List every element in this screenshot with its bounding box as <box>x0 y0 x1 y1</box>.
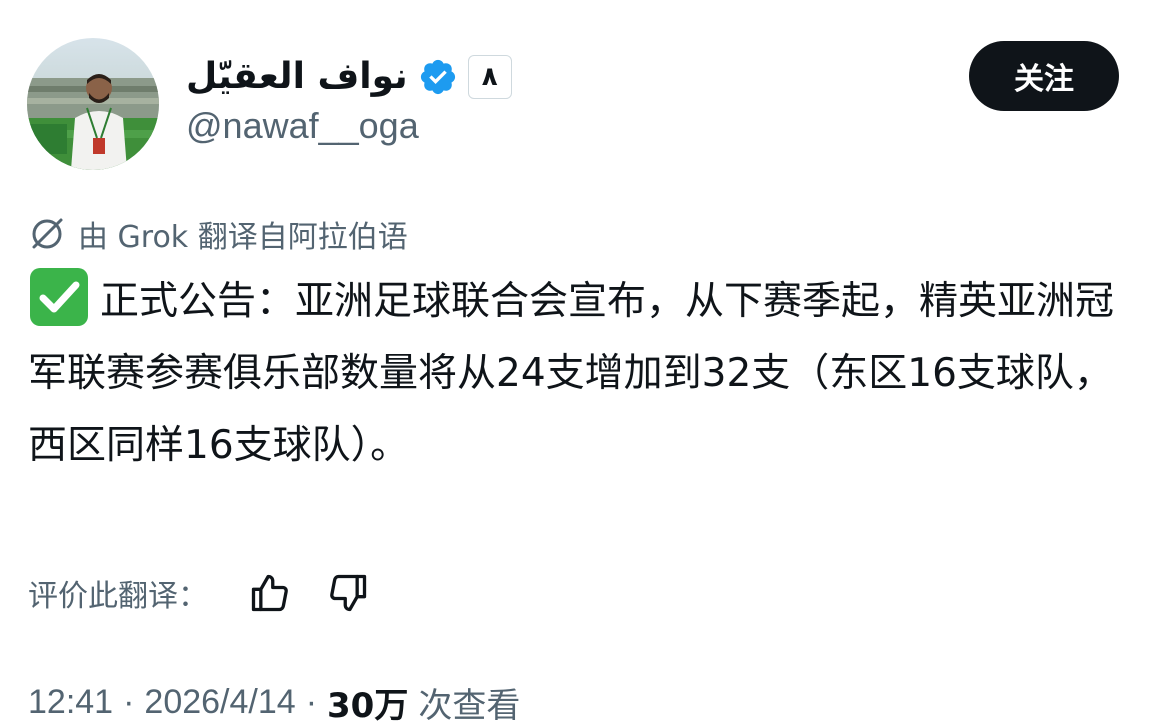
tweet-card: نواف العقيّل ٨ @nawaf__oga 关注 由 Grok 翻译自… <box>0 0 1170 726</box>
translation-notice-text[interactable]: 由 Grok 翻译自阿拉伯语 <box>78 212 408 256</box>
rate-translation-label: 评价此翻译： <box>28 579 208 614</box>
tweet-meta: 12:41 · 2026/4/14 · 30万 次查看 <box>28 678 520 726</box>
tweet-text: 正式公告：亚洲足球联合会宣布，从下赛季起，精英亚洲冠军联赛参赛俱乐部数量将从24… <box>28 279 1115 468</box>
meta-separator: · <box>123 682 135 721</box>
author-display-name[interactable]: نواف العقيّل <box>186 59 408 95</box>
rate-translation-row: 评价此翻译： <box>28 566 400 620</box>
thumbs-up-icon[interactable] <box>244 567 296 619</box>
tweet-time[interactable]: 12:41 <box>28 683 113 722</box>
translate-slash-icon <box>28 215 66 253</box>
tweet-date[interactable]: 2026/4/14 <box>144 683 295 722</box>
avatar[interactable] <box>27 38 159 170</box>
check-mark-icon <box>28 266 90 328</box>
views-label: 次查看 <box>418 685 521 726</box>
views-count[interactable]: 30万 <box>327 678 408 727</box>
translation-notice: 由 Grok 翻译自阿拉伯语 <box>28 210 408 258</box>
tweet-text-container: 正式公告：亚洲足球联合会宣布，从下赛季起，精英亚洲冠军联赛参赛俱乐部数量将从24… <box>28 266 1138 482</box>
follow-button[interactable]: 关注 <box>969 41 1119 111</box>
author-emoji-badge: ٨ <box>467 55 512 99</box>
meta-separator: · <box>305 682 318 721</box>
verified-badge-icon[interactable] <box>418 57 458 97</box>
author-name-row: نواف العقيّل ٨ <box>186 48 512 106</box>
author-handle[interactable]: @nawaf__oga <box>186 108 419 144</box>
thumbs-down-icon[interactable] <box>322 567 374 619</box>
